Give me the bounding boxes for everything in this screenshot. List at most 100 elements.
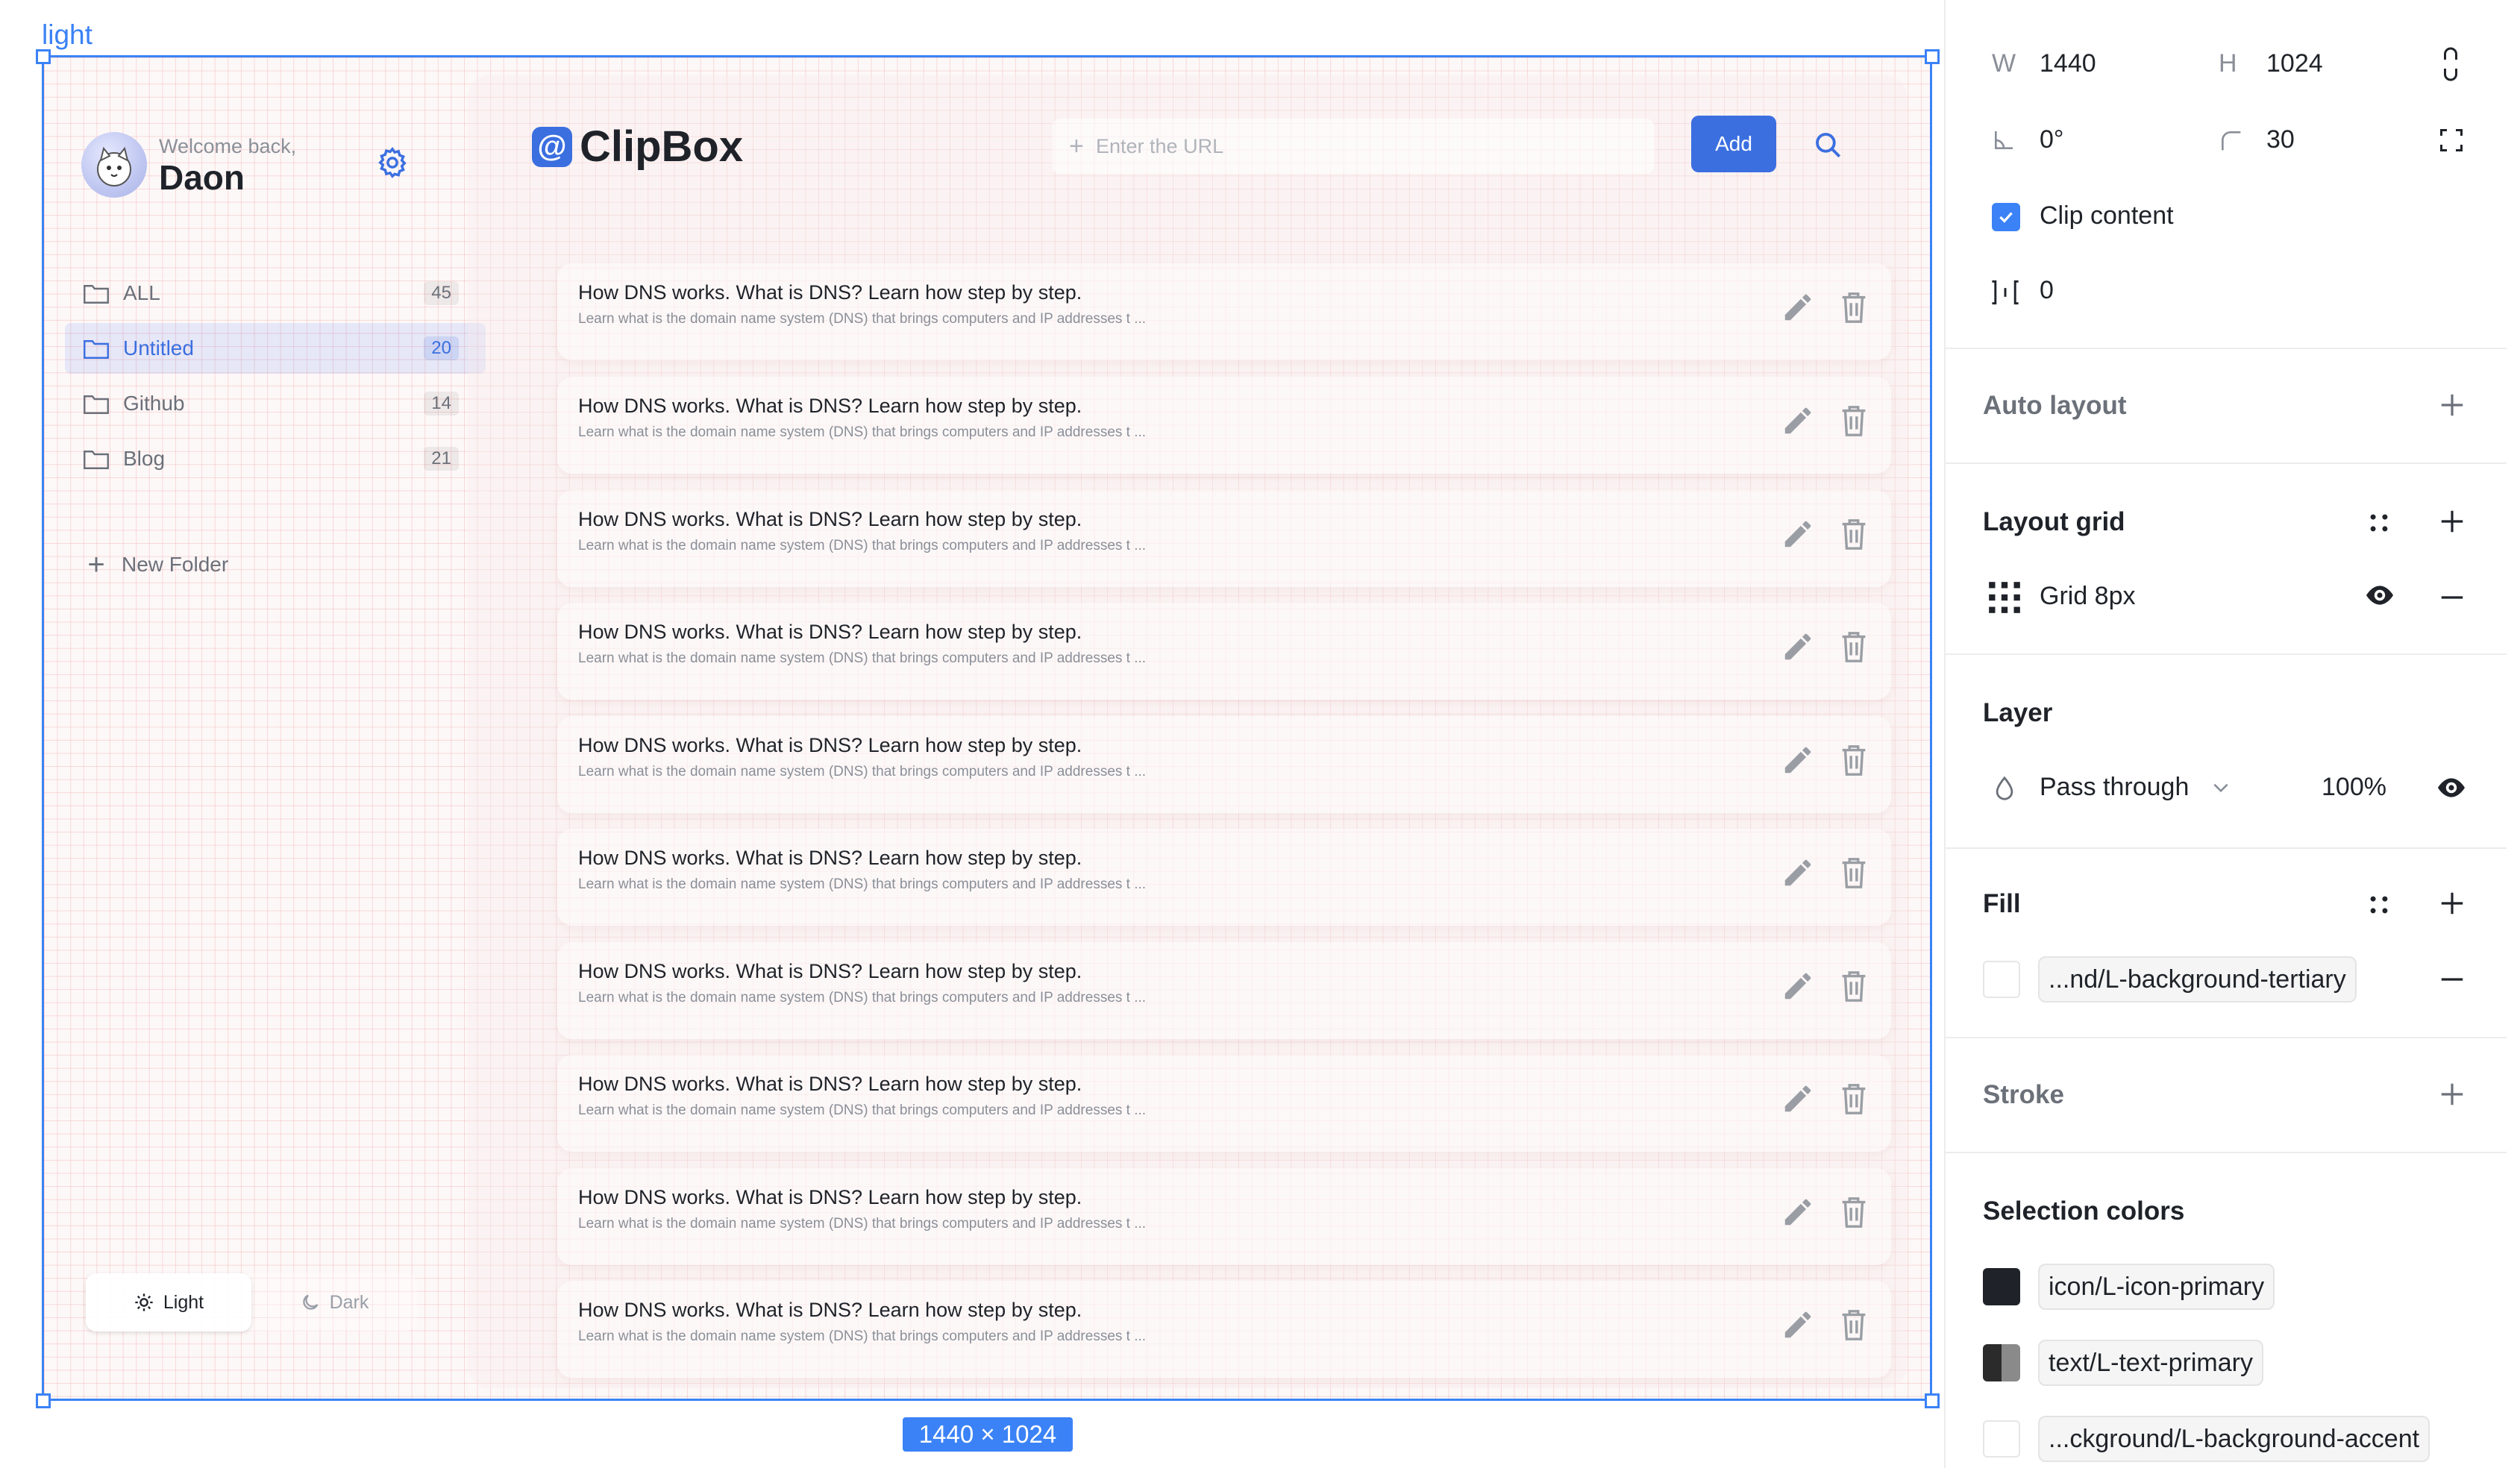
color-swatch[interactable] [1983, 1344, 2020, 1381]
resize-handle[interactable] [1925, 1393, 1940, 1408]
remove-grid-icon[interactable] [2438, 583, 2466, 612]
fill-title: Fill [1983, 889, 2021, 918]
clip-card[interactable]: How DNS works. What is DNS? Learn how st… [557, 490, 1891, 587]
clip-title[interactable]: How DNS works. What is DNS? Learn how st… [578, 1299, 1082, 1322]
folder-untitled[interactable]: Untitled 20 [65, 323, 486, 374]
clip-title[interactable]: How DNS works. What is DNS? Learn how st… [578, 281, 1082, 304]
width-label: W [1992, 49, 2016, 78]
resize-handle[interactable] [36, 1393, 51, 1408]
resize-handle[interactable] [36, 49, 51, 64]
clip-card[interactable]: How DNS works. What is DNS? Learn how st… [557, 377, 1891, 474]
clip-title[interactable]: How DNS works. What is DNS? Learn how st… [578, 508, 1082, 531]
url-input[interactable] [1053, 119, 1654, 174]
trash-icon[interactable] [1839, 404, 1869, 438]
add-fill-icon[interactable] [2438, 889, 2466, 918]
fill-styles-icon[interactable] [2365, 891, 2393, 919]
color-swatch[interactable] [1983, 1268, 2020, 1305]
chevron-down-icon[interactable] [2211, 780, 2231, 795]
constrain-proportions-icon[interactable] [2439, 46, 2462, 82]
color-style-chip[interactable]: ...ckground/L-background-accent [2038, 1416, 2430, 1462]
clip-title[interactable]: How DNS works. What is DNS? Learn how st… [578, 1073, 1082, 1096]
trash-icon[interactable] [1839, 743, 1869, 777]
trash-icon[interactable] [1839, 969, 1869, 1003]
plus-icon: + [87, 548, 105, 581]
folder-all[interactable]: ALL 45 [65, 268, 486, 319]
opacity-value[interactable]: 100% [2322, 773, 2386, 802]
clip-card[interactable]: How DNS works. What is DNS? Learn how st… [557, 603, 1891, 700]
new-folder-button[interactable]: + New Folder [83, 550, 228, 580]
gear-icon[interactable] [375, 145, 410, 180]
folder-count: 20 [424, 336, 459, 360]
edit-pencil-icon[interactable] [1781, 1308, 1815, 1342]
plus-icon: + [1069, 132, 1084, 160]
trash-icon[interactable] [1839, 1308, 1869, 1342]
folder-github[interactable]: Github 14 [65, 378, 486, 429]
clip-title[interactable]: How DNS works. What is DNS? Learn how st… [578, 395, 1082, 418]
frame-label[interactable]: light [42, 19, 93, 51]
theme-light-option[interactable]: Light [86, 1273, 251, 1331]
edit-pencil-icon[interactable] [1781, 1195, 1815, 1229]
add-auto-layout-icon[interactable] [2438, 391, 2466, 419]
clip-card[interactable]: How DNS works. What is DNS? Learn how st… [557, 716, 1891, 813]
clip-title[interactable]: How DNS works. What is DNS? Learn how st… [578, 960, 1082, 983]
color-swatch[interactable] [1983, 1420, 2020, 1458]
resize-handle[interactable] [1925, 49, 1940, 64]
add-button[interactable]: Add [1691, 116, 1776, 172]
edit-pencil-icon[interactable] [1781, 1082, 1815, 1116]
clip-card[interactable]: How DNS works. What is DNS? Learn how st… [557, 942, 1891, 1039]
add-grid-icon[interactable] [2438, 507, 2466, 536]
trash-icon[interactable] [1839, 630, 1869, 664]
fill-swatch[interactable] [1983, 961, 2020, 998]
grid-styles-icon[interactable] [2365, 509, 2393, 537]
logo: @ ClipBox [532, 122, 743, 172]
clip-card[interactable]: How DNS works. What is DNS? Learn how st… [557, 263, 1891, 360]
frame-light[interactable]: Welcome back, Daon ALL 45 Untitled 20 Gi… [42, 55, 1932, 1401]
theme-toggle[interactable]: Light Dark [86, 1273, 417, 1331]
clip-title[interactable]: How DNS works. What is DNS? Learn how st… [578, 734, 1082, 757]
remove-fill-icon[interactable] [2438, 965, 2466, 994]
blend-mode-select[interactable]: Pass through [2040, 773, 2189, 802]
clip-card[interactable]: How DNS works. What is DNS? Learn how st… [557, 1055, 1891, 1152]
trash-icon[interactable] [1839, 1195, 1869, 1229]
theme-dark-option[interactable]: Dark [251, 1273, 417, 1331]
edit-pencil-icon[interactable] [1781, 969, 1815, 1003]
fill-style-chip[interactable]: ...nd/L-background-tertiary [2038, 956, 2357, 1003]
sidebar: Welcome back, Daon ALL 45 Untitled 20 Gi… [44, 57, 486, 1399]
clip-title[interactable]: How DNS works. What is DNS? Learn how st… [578, 1186, 1082, 1209]
edit-pencil-icon[interactable] [1781, 404, 1815, 438]
folder-blog[interactable]: Blog 21 [65, 433, 486, 484]
clip-title[interactable]: How DNS works. What is DNS? Learn how st… [578, 621, 1082, 644]
edit-pencil-icon[interactable] [1781, 743, 1815, 777]
clip-card[interactable]: How DNS works. What is DNS? Learn how st… [557, 1168, 1891, 1265]
eye-icon[interactable] [2363, 582, 2396, 609]
clip-title[interactable]: How DNS works. What is DNS? Learn how st… [578, 847, 1082, 870]
edit-pencil-icon[interactable] [1781, 856, 1815, 890]
trash-icon[interactable] [1839, 290, 1869, 324]
spacing-value[interactable]: 0 [2040, 276, 2054, 305]
url-input-box[interactable]: + [1053, 119, 1654, 174]
edit-pencil-icon[interactable] [1781, 290, 1815, 324]
radius-value[interactable]: 30 [2266, 125, 2295, 154]
design-canvas[interactable]: light Welcome back, Daon ALL 45 Untitled… [0, 0, 1944, 1468]
rotation-value[interactable]: 0° [2040, 125, 2064, 154]
color-style-chip[interactable]: icon/L-icon-primary [2038, 1264, 2275, 1310]
trash-icon[interactable] [1839, 517, 1869, 551]
grid-name[interactable]: Grid 8px [2040, 582, 2136, 611]
independent-corners-icon[interactable] [2438, 127, 2465, 154]
trash-icon[interactable] [1839, 1082, 1869, 1116]
height-value[interactable]: 1024 [2266, 49, 2323, 78]
clip-description: Learn what is the domain name system (DN… [578, 1216, 1147, 1232]
edit-pencil-icon[interactable] [1781, 630, 1815, 664]
eye-icon[interactable] [2435, 774, 2468, 801]
grid-icon[interactable] [1986, 579, 2023, 616]
trash-icon[interactable] [1839, 856, 1869, 890]
clip-content-checkbox[interactable] [1992, 203, 2020, 231]
search-icon[interactable] [1812, 129, 1843, 160]
clip-card[interactable]: How DNS works. What is DNS? Learn how st… [557, 1281, 1891, 1378]
clip-description: Learn what is the domain name system (DN… [578, 424, 1147, 440]
width-value[interactable]: 1440 [2040, 49, 2096, 78]
color-style-chip[interactable]: text/L-text-primary [2038, 1340, 2263, 1386]
edit-pencil-icon[interactable] [1781, 517, 1815, 551]
add-stroke-icon[interactable] [2438, 1080, 2466, 1108]
clip-card[interactable]: How DNS works. What is DNS? Learn how st… [557, 829, 1891, 926]
